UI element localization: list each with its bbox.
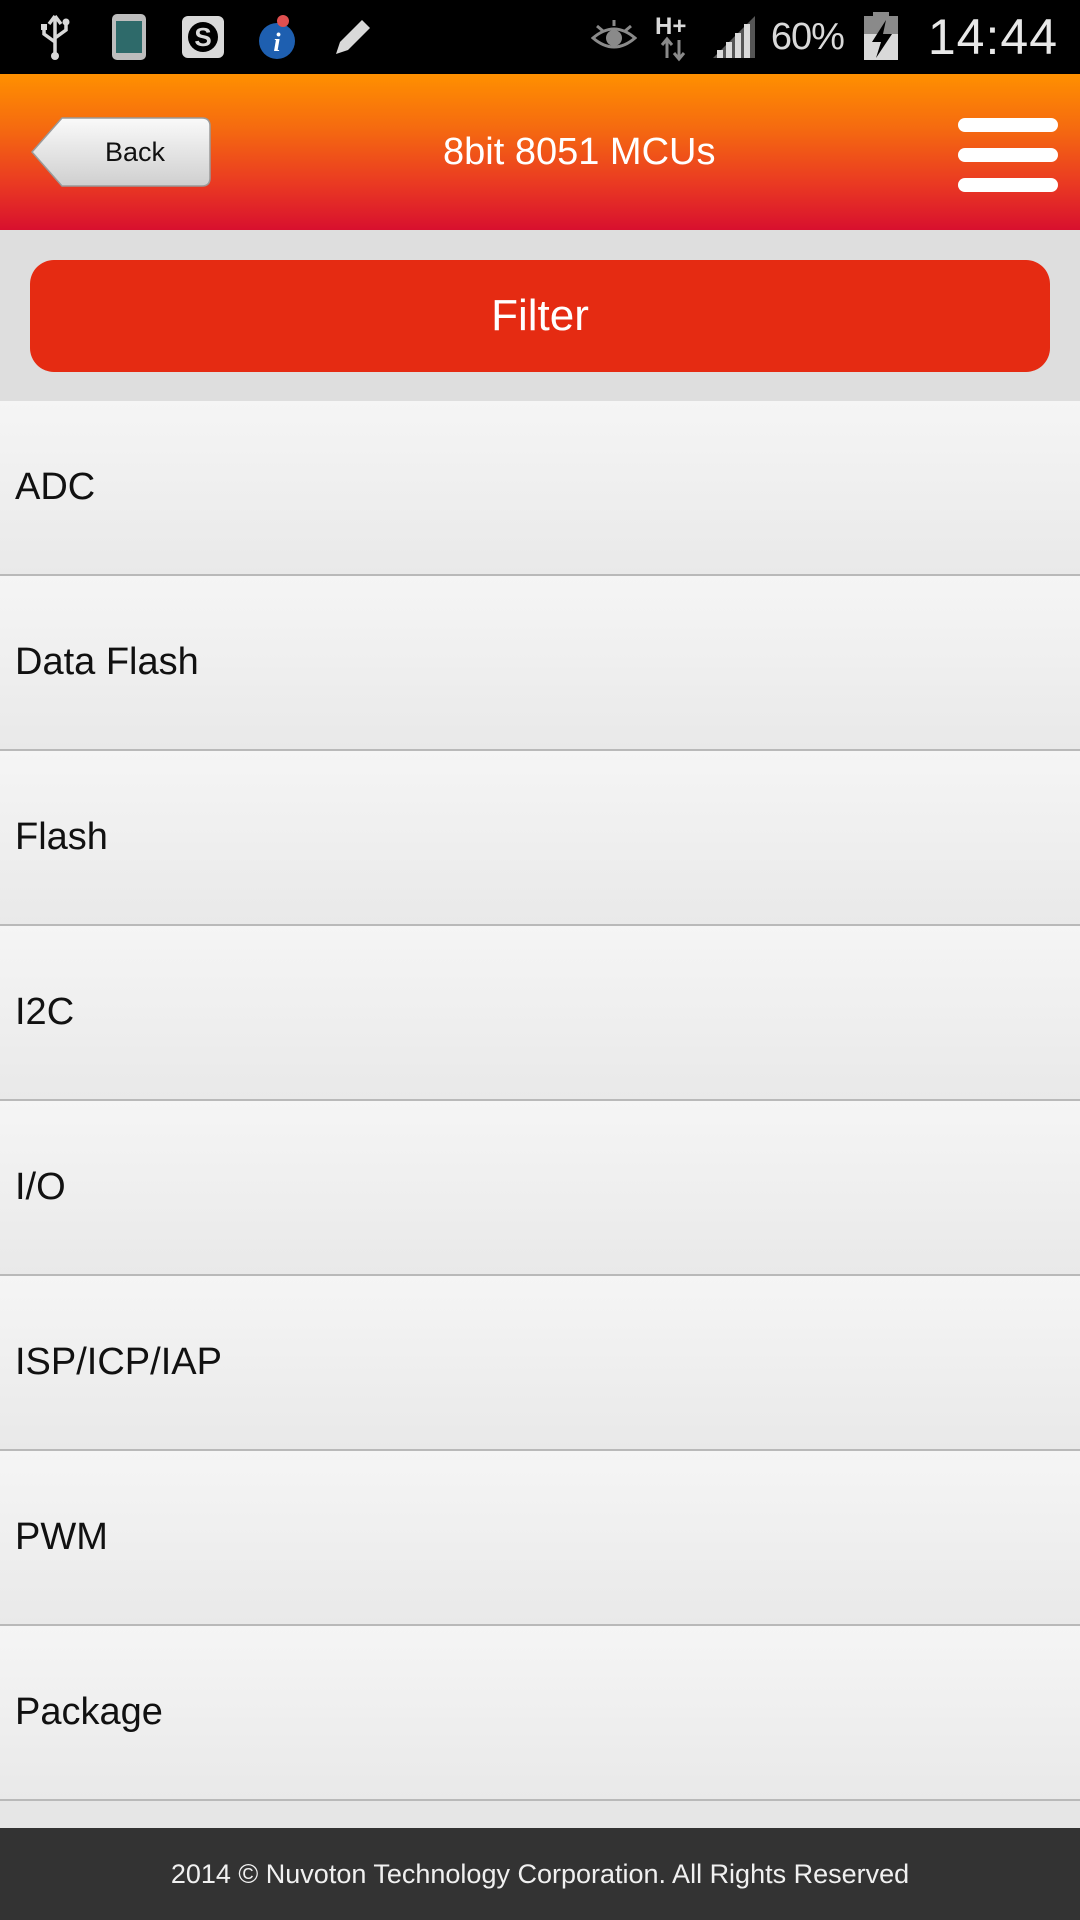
pencil-icon [328, 12, 374, 62]
back-button-label: Back [104, 137, 166, 167]
list-item-label: PWM [15, 1516, 108, 1558]
back-button[interactable]: Back [30, 116, 212, 188]
list-item-isp-icp-iap[interactable]: ISP/ICP/IAP [0, 1276, 1080, 1451]
s-app-icon: S [180, 12, 226, 62]
phone-icon [106, 12, 152, 62]
list-item-i2c[interactable]: I2C [0, 926, 1080, 1101]
usb-icon [32, 12, 78, 62]
list-item-label: I/O [15, 1166, 66, 1208]
list-item-flash[interactable]: Flash [0, 751, 1080, 926]
svg-text:S: S [194, 22, 211, 52]
hamburger-menu-icon[interactable] [958, 116, 1058, 194]
battery-percent: 60% [770, 15, 845, 58]
network-h-plus-icon: H+ [651, 12, 697, 62]
network-label: H+ [655, 13, 686, 40]
list-item-label: Flash [15, 816, 108, 858]
list-item-data-flash[interactable]: Data Flash [0, 576, 1080, 751]
list-item-label: Package [15, 1691, 163, 1733]
list-item-label: ISP/ICP/IAP [15, 1341, 222, 1383]
page-title: 8bit 8051 MCUs [443, 131, 716, 173]
eye-icon [590, 12, 637, 62]
list-item-package[interactable]: Package [0, 1626, 1080, 1801]
list-item-label: Data Flash [15, 641, 199, 683]
svg-text:i: i [273, 28, 281, 57]
list-item-io[interactable]: I/O [0, 1101, 1080, 1276]
menu-bar-top [958, 118, 1058, 132]
filter-category-list: ADC Data Flash Flash I2C I/O ISP/ICP/IAP… [0, 401, 1080, 1801]
menu-bar-bottom [958, 178, 1058, 192]
status-bar-notifications: S i [32, 0, 374, 74]
status-bar: S i H+ 60% 14:44 [0, 0, 1080, 74]
filter-button[interactable]: Filter [30, 260, 1050, 372]
menu-bar-middle [958, 148, 1058, 162]
info-app-icon: i [254, 12, 300, 62]
list-item-pwm[interactable]: PWM [0, 1451, 1080, 1626]
list-item-adc[interactable]: ADC [0, 401, 1080, 576]
signal-icon [711, 12, 757, 62]
battery-charging-icon [858, 12, 904, 62]
list-item-label: ADC [15, 466, 96, 508]
filter-area: Filter [0, 230, 1080, 401]
app-header: Back 8bit 8051 MCUs [0, 74, 1080, 230]
list-item-label: I2C [15, 991, 75, 1033]
status-bar-system: H+ 60% 14:44 [590, 0, 1058, 74]
copyright-footer: 2014 © Nuvoton Technology Corporation. A… [0, 1828, 1080, 1920]
clock: 14:44 [927, 9, 1058, 65]
